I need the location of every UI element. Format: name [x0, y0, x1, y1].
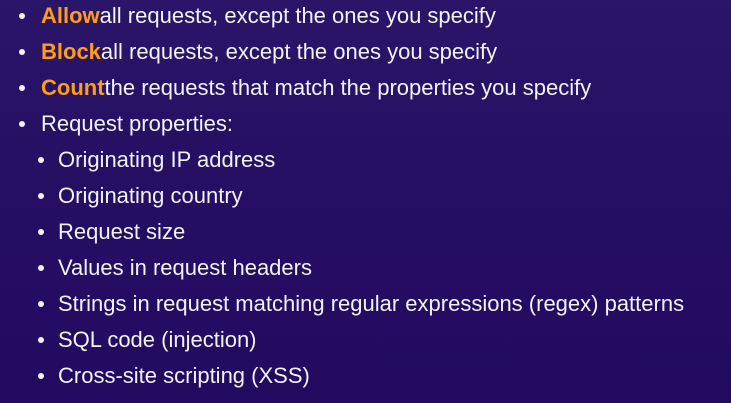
bullet-icon — [38, 193, 44, 199]
heading-text: Request properties: — [41, 111, 233, 136]
bullet-icon — [38, 229, 44, 235]
action-text: the requests that match the properties y… — [104, 75, 592, 100]
bullet-icon — [38, 301, 44, 307]
bullet-icon — [38, 265, 44, 271]
bullet-icon — [38, 157, 44, 163]
property-item: SQL code (injection) — [38, 325, 257, 355]
action-keyword: Count — [41, 75, 105, 100]
property-text: Originating IP address — [58, 147, 276, 172]
property-item: Request size — [38, 217, 185, 247]
property-text: Values in request headers — [58, 255, 312, 280]
property-item: Cross-site scripting (XSS) — [38, 361, 310, 391]
property-text: Originating country — [58, 183, 243, 208]
bullet-icon — [19, 13, 25, 19]
action-text: all requests, except the ones you specif… — [99, 3, 496, 28]
bullet-icon — [19, 85, 25, 91]
bullet-icon — [19, 121, 25, 127]
action-keyword: Block — [41, 39, 101, 64]
property-item: Originating IP address — [38, 145, 275, 175]
property-text: Request size — [58, 219, 186, 244]
property-text: Strings in request matching regular expr… — [58, 291, 685, 316]
action-allow-item: Allow all requests, except the ones you … — [19, 1, 496, 31]
bullet-icon — [38, 373, 44, 379]
action-block-item: Block all requests, except the ones you … — [19, 37, 497, 67]
slide-content: Allow all requests, except the ones you … — [0, 0, 731, 403]
bullet-icon — [19, 49, 25, 55]
property-text: Cross-site scripting (XSS) — [58, 363, 310, 388]
request-properties-heading: Request properties: — [19, 109, 233, 139]
action-keyword: Allow — [41, 3, 100, 28]
property-item: Originating country — [38, 181, 243, 211]
bullet-icon — [38, 337, 44, 343]
action-text: all requests, except the ones you specif… — [100, 39, 498, 64]
property-text: SQL code (injection) — [58, 327, 257, 352]
property-item: Values in request headers — [38, 253, 312, 283]
property-item: Strings in request matching regular expr… — [38, 289, 684, 319]
action-count-item: Count the requests that match the proper… — [19, 73, 591, 103]
